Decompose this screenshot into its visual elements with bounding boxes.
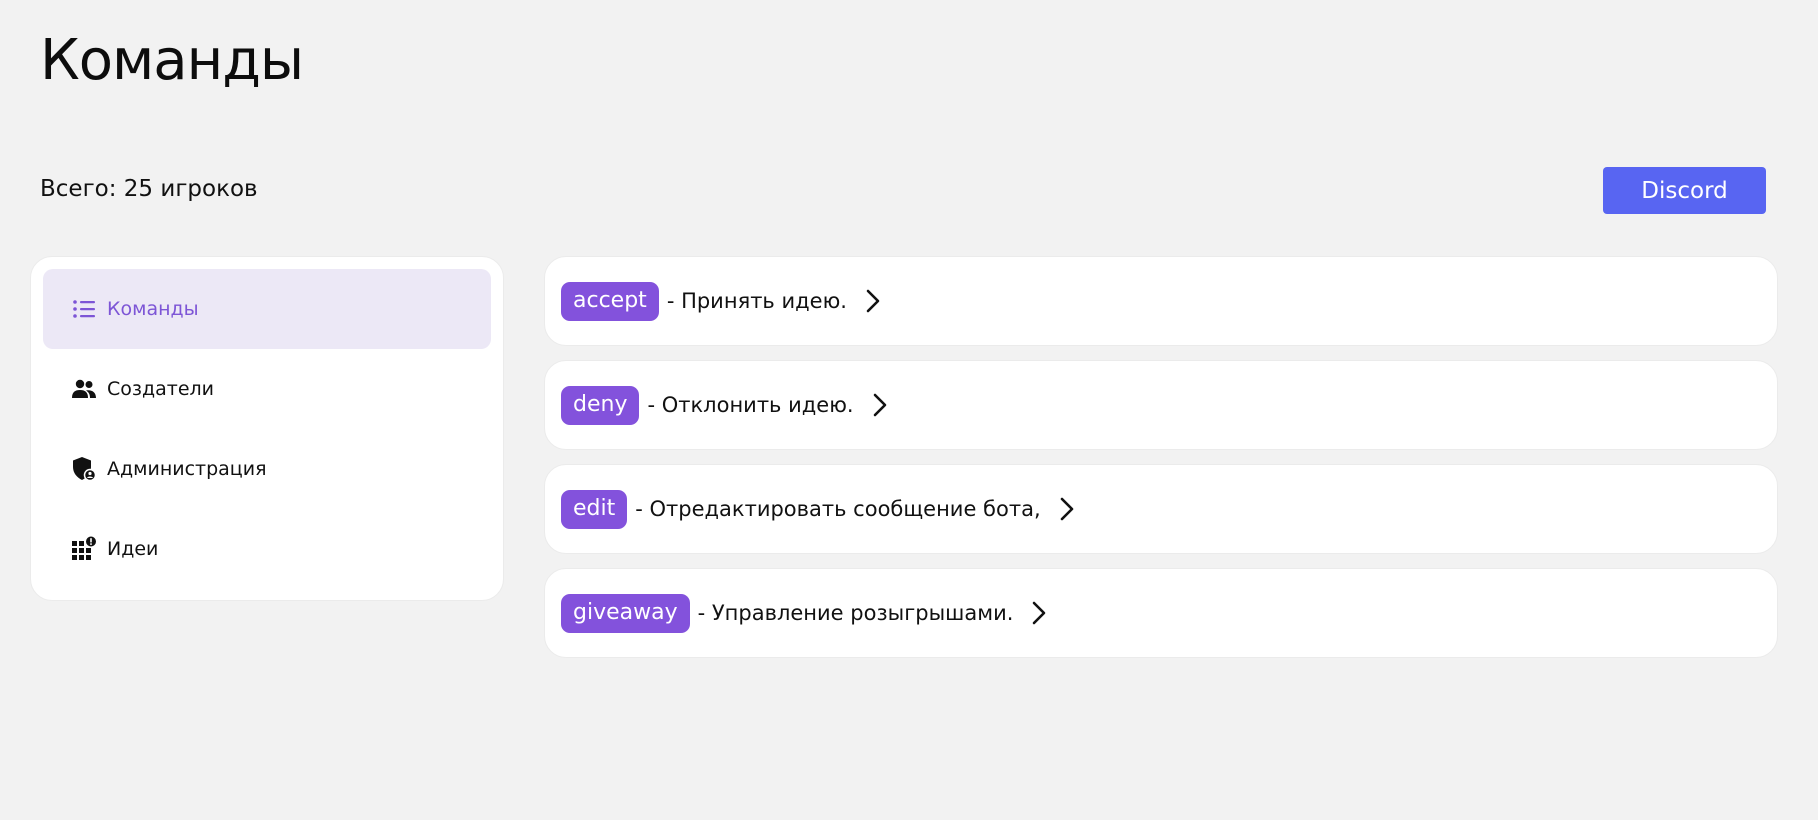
- sidebar-item-administration[interactable]: Администрация: [43, 429, 491, 509]
- people-icon: [71, 376, 97, 402]
- grid-alert-icon: [71, 536, 97, 562]
- command-description: - Отклонить идею.: [647, 393, 854, 417]
- command-description: - Отредактировать сообщение бота,: [635, 497, 1041, 521]
- list-icon: [71, 296, 97, 322]
- chevron-right-icon[interactable]: [1053, 495, 1081, 523]
- shield-icon: [71, 456, 97, 482]
- command-description: - Управление розыгрышами.: [697, 601, 1014, 625]
- command-card-edit[interactable]: edit - Отредактировать сообщение бота,: [544, 464, 1778, 554]
- command-tag: edit: [561, 489, 628, 529]
- player-count-summary: Всего: 25 игроков: [40, 176, 258, 202]
- command-card-deny[interactable]: deny - Отклонить идею.: [544, 360, 1778, 450]
- command-card-accept[interactable]: accept - Принять идею.: [544, 256, 1778, 346]
- command-list: accept - Принять идею. deny - Отклонить …: [544, 256, 1778, 672]
- page-title: Команды: [40, 28, 304, 93]
- sidebar: Команды Создатели Администрация Идеи: [30, 256, 504, 601]
- command-card-giveaway[interactable]: giveaway - Управление розыгрышами.: [544, 568, 1778, 658]
- command-tag: accept: [561, 281, 659, 321]
- command-tag: giveaway: [561, 593, 690, 633]
- command-tag: deny: [561, 385, 640, 425]
- chevron-right-icon[interactable]: [1025, 599, 1053, 627]
- sidebar-item-label: Команды: [107, 298, 199, 320]
- sidebar-item-label: Создатели: [107, 378, 215, 400]
- chevron-right-icon[interactable]: [859, 287, 887, 315]
- sidebar-item-commands[interactable]: Команды: [43, 269, 491, 349]
- sidebar-item-label: Идеи: [107, 538, 159, 560]
- chevron-right-icon[interactable]: [866, 391, 894, 419]
- sidebar-item-ideas[interactable]: Идеи: [43, 509, 491, 589]
- discord-button[interactable]: Discord: [1603, 167, 1766, 214]
- command-description: - Принять идею.: [666, 289, 847, 313]
- sidebar-item-label: Администрация: [107, 458, 267, 480]
- sidebar-item-creators[interactable]: Создатели: [43, 349, 491, 429]
